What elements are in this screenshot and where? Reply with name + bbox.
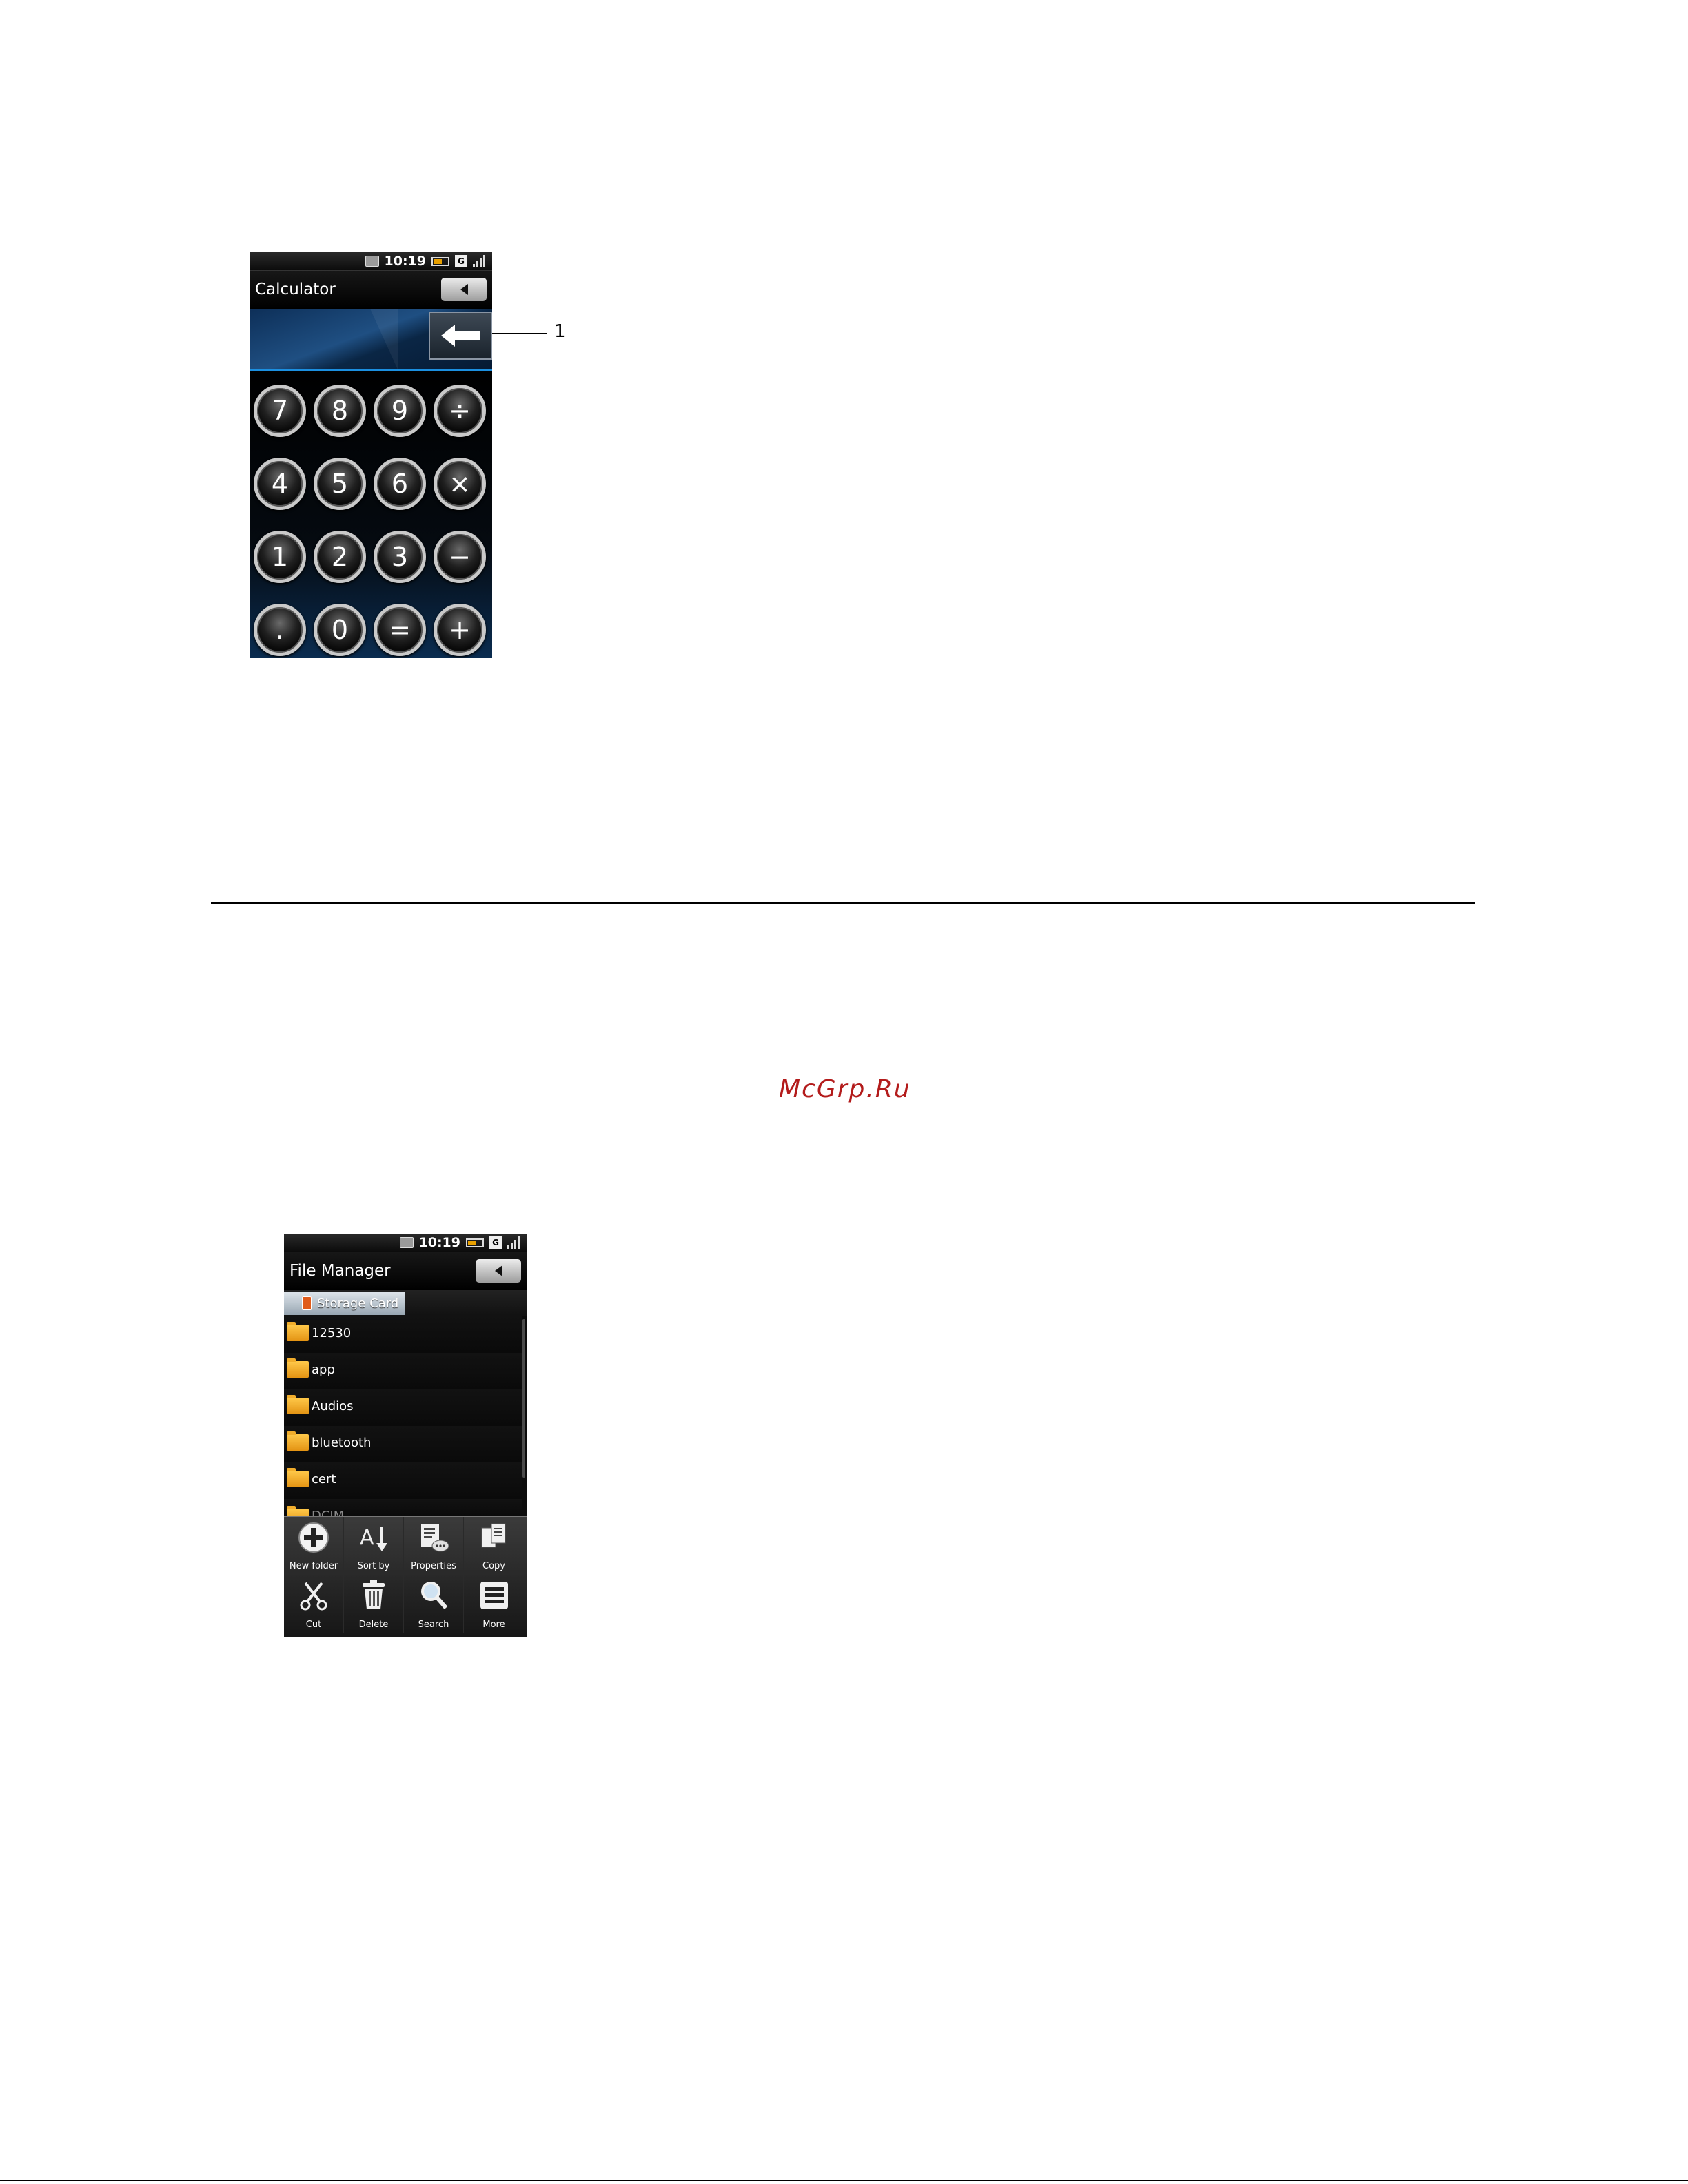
status-bar: 10:19 G	[250, 252, 492, 270]
back-button[interactable]	[476, 1259, 521, 1283]
back-button[interactable]	[441, 278, 487, 301]
signal-icon	[507, 1236, 520, 1249]
menu-search[interactable]: Search	[404, 1575, 464, 1633]
menu-label: New folder	[289, 1561, 338, 1571]
key-2[interactable]: 2	[314, 531, 366, 583]
horizontal-rule	[211, 902, 1475, 904]
list-item[interactable]: DCIM	[284, 1499, 522, 1516]
title-bar: Calculator	[250, 270, 492, 309]
callout-line	[492, 333, 547, 334]
folder-icon	[287, 1468, 309, 1487]
sd-card-icon	[302, 1296, 312, 1310]
signal-icon	[473, 255, 485, 267]
status-bar: 10:19 G	[284, 1234, 527, 1252]
key-0[interactable]: 0	[314, 604, 366, 656]
notification-icon	[399, 1237, 414, 1248]
callout-number: 1	[554, 321, 566, 342]
folder-name: app	[312, 1363, 335, 1377]
key-divide[interactable]: ÷	[434, 385, 486, 437]
backspace-button[interactable]	[429, 312, 492, 360]
menu-more[interactable]: More	[464, 1575, 524, 1633]
breadcrumb-label: Storage Card	[317, 1296, 399, 1311]
menu-label: Copy	[482, 1561, 505, 1571]
back-arrow-icon	[460, 284, 468, 295]
breadcrumb: Storage Card	[284, 1290, 527, 1316]
folder-icon	[287, 1358, 309, 1378]
folder-name: 12530	[312, 1326, 352, 1340]
trash-icon	[357, 1579, 390, 1612]
menu-label: More	[482, 1620, 505, 1630]
list-item[interactable]: bluetooth	[284, 1426, 522, 1463]
back-arrow-icon	[494, 1265, 502, 1276]
key-7[interactable]: 7	[254, 385, 306, 437]
menu-delete[interactable]: Delete	[344, 1575, 404, 1633]
file-manager-screenshot: 10:19 G File Manager Storage Card 12530 …	[284, 1234, 527, 1637]
calculator-screenshot: 10:19 G Calculator 7 8 9 ÷ 4 5 6 × 1 2 3…	[250, 252, 492, 658]
keypad: 7 8 9 ÷ 4 5 6 × 1 2 3 − . 0 = +	[250, 371, 492, 658]
folder-list: 12530 app Audios bluetooth cert DCIM	[284, 1316, 527, 1516]
folder-name: cert	[312, 1472, 336, 1487]
scrollbar[interactable]	[522, 1319, 525, 1478]
folder-name: Audios	[312, 1399, 354, 1414]
copy-icon	[478, 1521, 511, 1554]
menu-cut[interactable]: Cut	[284, 1575, 344, 1633]
backspace-arrow-icon	[441, 325, 480, 347]
menu-label: Cut	[305, 1620, 322, 1630]
app-title: Calculator	[255, 280, 336, 298]
key-6[interactable]: 6	[374, 458, 426, 510]
battery-icon	[466, 1238, 484, 1247]
menu-label: Delete	[358, 1620, 389, 1630]
menu-copy[interactable]: Copy	[464, 1517, 524, 1575]
menu-properties[interactable]: Properties	[404, 1517, 464, 1575]
folder-icon	[287, 1506, 309, 1516]
properties-icon	[417, 1521, 450, 1554]
status-time: 10:19	[384, 254, 426, 269]
key-decimal[interactable]: .	[254, 604, 306, 656]
list-item[interactable]: app	[284, 1353, 522, 1390]
key-add[interactable]: +	[434, 604, 486, 656]
menu-new-folder[interactable]: New folder	[284, 1517, 344, 1575]
key-5[interactable]: 5	[314, 458, 366, 510]
svg-text:A: A	[360, 1526, 374, 1550]
key-8[interactable]: 8	[314, 385, 366, 437]
folder-name: bluetooth	[312, 1436, 372, 1450]
folder-icon	[287, 1322, 309, 1341]
add-circle-icon	[297, 1521, 330, 1554]
title-bar: File Manager	[284, 1252, 527, 1291]
list-item[interactable]: Audios	[284, 1389, 522, 1427]
folder-icon	[287, 1431, 309, 1451]
list-item[interactable]: 12530	[284, 1316, 522, 1354]
key-multiply[interactable]: ×	[434, 458, 486, 510]
list-item[interactable]: cert	[284, 1462, 522, 1500]
app-title: File Manager	[289, 1262, 391, 1280]
watermark: McGrp.Ru	[779, 1075, 911, 1103]
search-icon	[417, 1579, 450, 1612]
key-4[interactable]: 4	[254, 458, 306, 510]
more-icon	[478, 1579, 511, 1612]
key-1[interactable]: 1	[254, 531, 306, 583]
key-3[interactable]: 3	[374, 531, 426, 583]
status-time: 10:19	[418, 1235, 460, 1250]
menu-sort-by[interactable]: A Sort by	[344, 1517, 404, 1575]
folder-name: DCIM	[312, 1509, 345, 1516]
menu-label: Sort by	[357, 1561, 390, 1571]
menu-label: Properties	[411, 1561, 456, 1571]
notification-icon	[365, 256, 379, 267]
scissors-icon	[297, 1579, 330, 1612]
folder-icon	[287, 1395, 309, 1414]
key-9[interactable]: 9	[374, 385, 426, 437]
sort-icon: A	[357, 1521, 390, 1554]
network-type-icon: G	[455, 255, 467, 267]
key-subtract[interactable]: −	[434, 531, 486, 583]
network-type-icon: G	[489, 1236, 502, 1249]
battery-icon	[431, 256, 449, 266]
options-menu: New folder A Sort by Properties Copy Cut…	[284, 1516, 527, 1637]
breadcrumb-storage-card[interactable]: Storage Card	[284, 1292, 405, 1315]
menu-label: Search	[418, 1620, 449, 1630]
calculator-display	[250, 309, 492, 371]
page-bottom-border	[0, 2180, 1688, 2181]
key-equals[interactable]: =	[374, 604, 426, 656]
